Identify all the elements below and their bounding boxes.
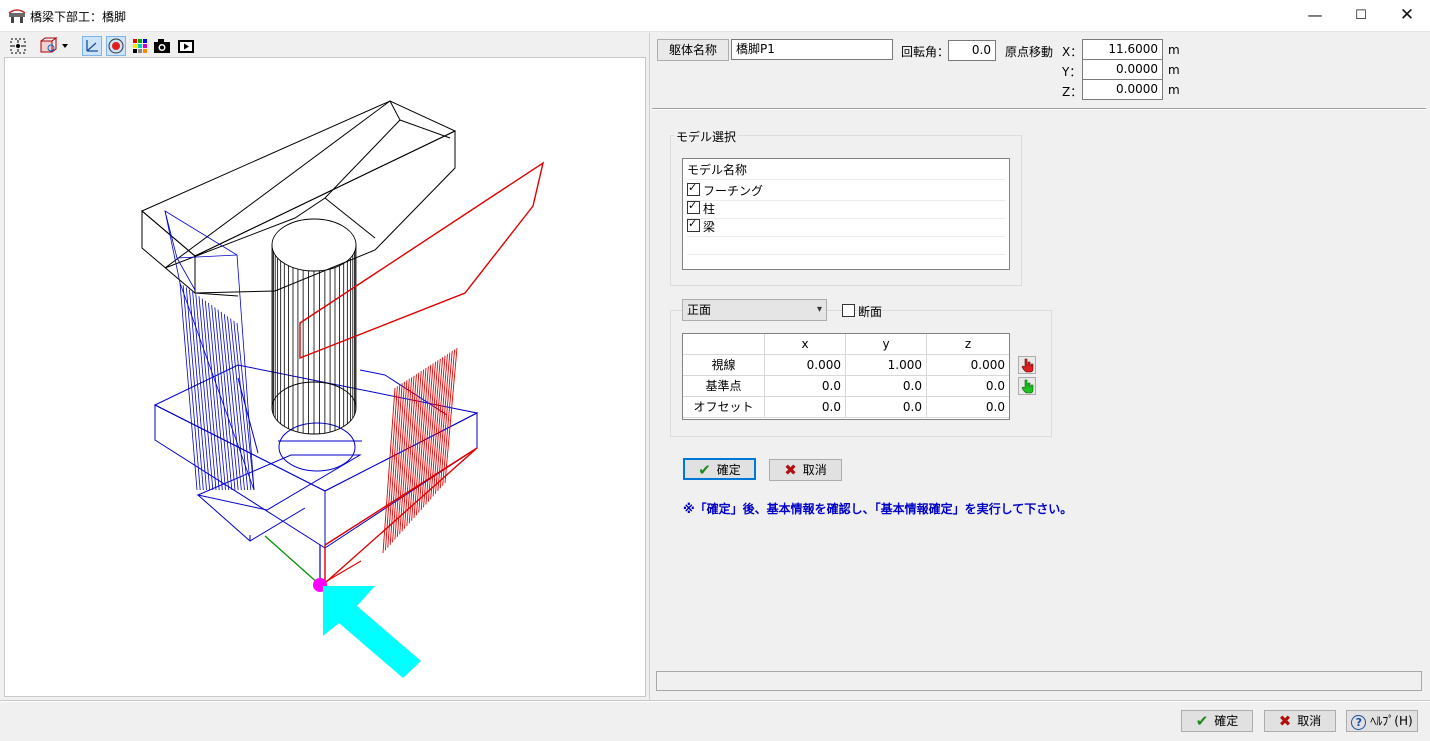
green-hand-pointer-icon[interactable] <box>1018 377 1036 395</box>
table-cell[interactable]: 0.0 <box>765 397 846 418</box>
pier-3d-model[interactable] <box>5 58 645 696</box>
instruction-note: ※「確定」後、基本情報を確認し、「基本情報確定」を実行して下さい。 <box>683 502 1073 516</box>
record-video-icon[interactable] <box>176 36 196 56</box>
row-header: オフセット <box>683 397 765 418</box>
check-icon: ✓ <box>688 199 698 212</box>
footer-confirm-button[interactable]: ✔ 確定 <box>1181 710 1253 732</box>
check-icon: ✔ <box>698 461 711 479</box>
status-bar <box>656 671 1422 691</box>
table-header-cell: z <box>927 334 1009 355</box>
view-orientation-icon[interactable] <box>38 36 72 56</box>
rotation-label: 回転角： <box>901 45 950 59</box>
check-icon: ✔ <box>1195 712 1209 730</box>
table-header-cell: y <box>846 334 927 355</box>
window-title: 橋梁下部工：橋脚 <box>30 10 127 24</box>
3d-viewport[interactable] <box>4 57 646 697</box>
check-icon: ✓ <box>688 181 698 194</box>
chevron-down-icon: ▾ <box>816 304 822 315</box>
color-palette-icon[interactable] <box>130 36 150 56</box>
maximize-button[interactable]: ☐ <box>1338 0 1384 31</box>
beam-wireframe <box>141 100 457 297</box>
list-item[interactable]: ✓ フーチング <box>687 181 1005 201</box>
section-checkbox-box[interactable] <box>842 304 855 317</box>
list-item-empty <box>687 237 1005 255</box>
axis-toggle-icon[interactable] <box>82 36 102 56</box>
x-icon: ✖ <box>784 461 797 479</box>
cancel-button[interactable]: ✖ 取消 <box>769 459 842 481</box>
cancel-label: 取消 <box>802 463 827 477</box>
list-item-label: 梁 <box>703 220 716 234</box>
table-header-cell: x <box>765 334 846 355</box>
help-button[interactable]: ? ﾍﾙﾌﾟ(H) <box>1346 710 1418 732</box>
view-direction-arrow <box>323 586 421 678</box>
list-item[interactable]: ✓ 柱 <box>687 199 1005 219</box>
rotation-field[interactable]: 0.0 <box>948 40 996 61</box>
unit-label: m <box>1168 63 1180 77</box>
model-list-header: モデル名称 <box>687 162 1005 180</box>
zoom-fit-icon[interactable] <box>8 36 28 56</box>
table-cell[interactable]: 0.000 <box>765 355 846 376</box>
row-header: 基準点 <box>683 376 765 397</box>
check-icon: ✓ <box>688 217 698 230</box>
panel-divider <box>649 33 650 700</box>
y-label: Y： <box>1062 65 1082 79</box>
help-label: ﾍﾙﾌﾟ(H) <box>1370 714 1413 728</box>
footer-cancel-label: 取消 <box>1297 714 1322 728</box>
table-cell[interactable]: 0.0 <box>927 376 1009 397</box>
table-cell[interactable]: 0.0 <box>765 376 846 397</box>
confirm-label: 確定 <box>716 463 741 477</box>
red-hand-pointer-icon[interactable] <box>1018 356 1036 374</box>
list-item[interactable]: ✓ 梁 <box>687 217 1005 237</box>
body-name-field[interactable]: 橋脚P1 <box>731 39 893 60</box>
view-select[interactable]: 正面 ▾ <box>682 299 827 321</box>
checkbox-column[interactable]: ✓ <box>687 199 700 214</box>
section-checkbox[interactable]: 断面 <box>842 303 882 320</box>
list-item-label: 柱 <box>703 202 716 216</box>
body-name-button[interactable]: 躯体名称 <box>657 39 729 61</box>
checkbox-beam[interactable]: ✓ <box>687 217 700 232</box>
footer-cancel-button[interactable]: ✖ 取消 <box>1264 710 1336 732</box>
section-checkbox-label: 断面 <box>858 305 883 319</box>
camera-icon[interactable] <box>152 36 172 56</box>
table-cell[interactable]: 0.0 <box>846 397 927 418</box>
bridge-app-icon <box>8 7 26 25</box>
origin-y-field[interactable]: 0.0000 <box>1082 59 1163 80</box>
confirm-button[interactable]: ✔ 確定 <box>683 458 756 480</box>
target-icon[interactable] <box>106 36 126 56</box>
list-item-label: フーチング <box>703 184 764 198</box>
title-bar: 橋梁下部工：橋脚 — ☐ ✕ <box>0 0 1430 32</box>
footer-separator <box>0 700 1430 702</box>
table-cell[interactable]: 0.0 <box>927 397 1009 418</box>
help-icon: ? <box>1351 715 1367 730</box>
table-cell[interactable]: 0.000 <box>927 355 1009 376</box>
header-separator <box>652 108 1426 110</box>
x-label: X： <box>1062 45 1083 59</box>
origin-move-label: 原点移動 <box>1005 45 1054 59</box>
unit-label: m <box>1168 43 1180 57</box>
z-label: Z： <box>1062 85 1083 99</box>
table-cell[interactable]: 0.0 <box>846 376 927 397</box>
origin-z-field[interactable]: 0.0000 <box>1082 79 1163 100</box>
model-list[interactable]: モデル名称 ✓ フーチング ✓ 柱 ✓ 梁 <box>682 158 1010 270</box>
origin-x-field[interactable]: 11.6000 <box>1082 39 1163 60</box>
table-header-cell <box>683 334 765 355</box>
row-header: 視線 <box>683 355 765 376</box>
view-select-value: 正面 <box>687 303 712 317</box>
minimize-button[interactable]: — <box>1292 0 1338 31</box>
viewport-toolbar <box>4 34 646 58</box>
table-cell[interactable]: 1.000 <box>846 355 927 376</box>
unit-label: m <box>1168 83 1180 97</box>
model-select-title: モデル選択 <box>674 128 739 145</box>
checkbox-footing[interactable]: ✓ <box>687 181 700 196</box>
footer-confirm-label: 確定 <box>1214 714 1239 728</box>
close-button[interactable]: ✕ <box>1384 0 1430 31</box>
x-icon: ✖ <box>1278 712 1292 730</box>
view-params-table: x y z 視線 0.000 1.000 0.000 基準点 0.0 0.0 0… <box>682 333 1010 420</box>
